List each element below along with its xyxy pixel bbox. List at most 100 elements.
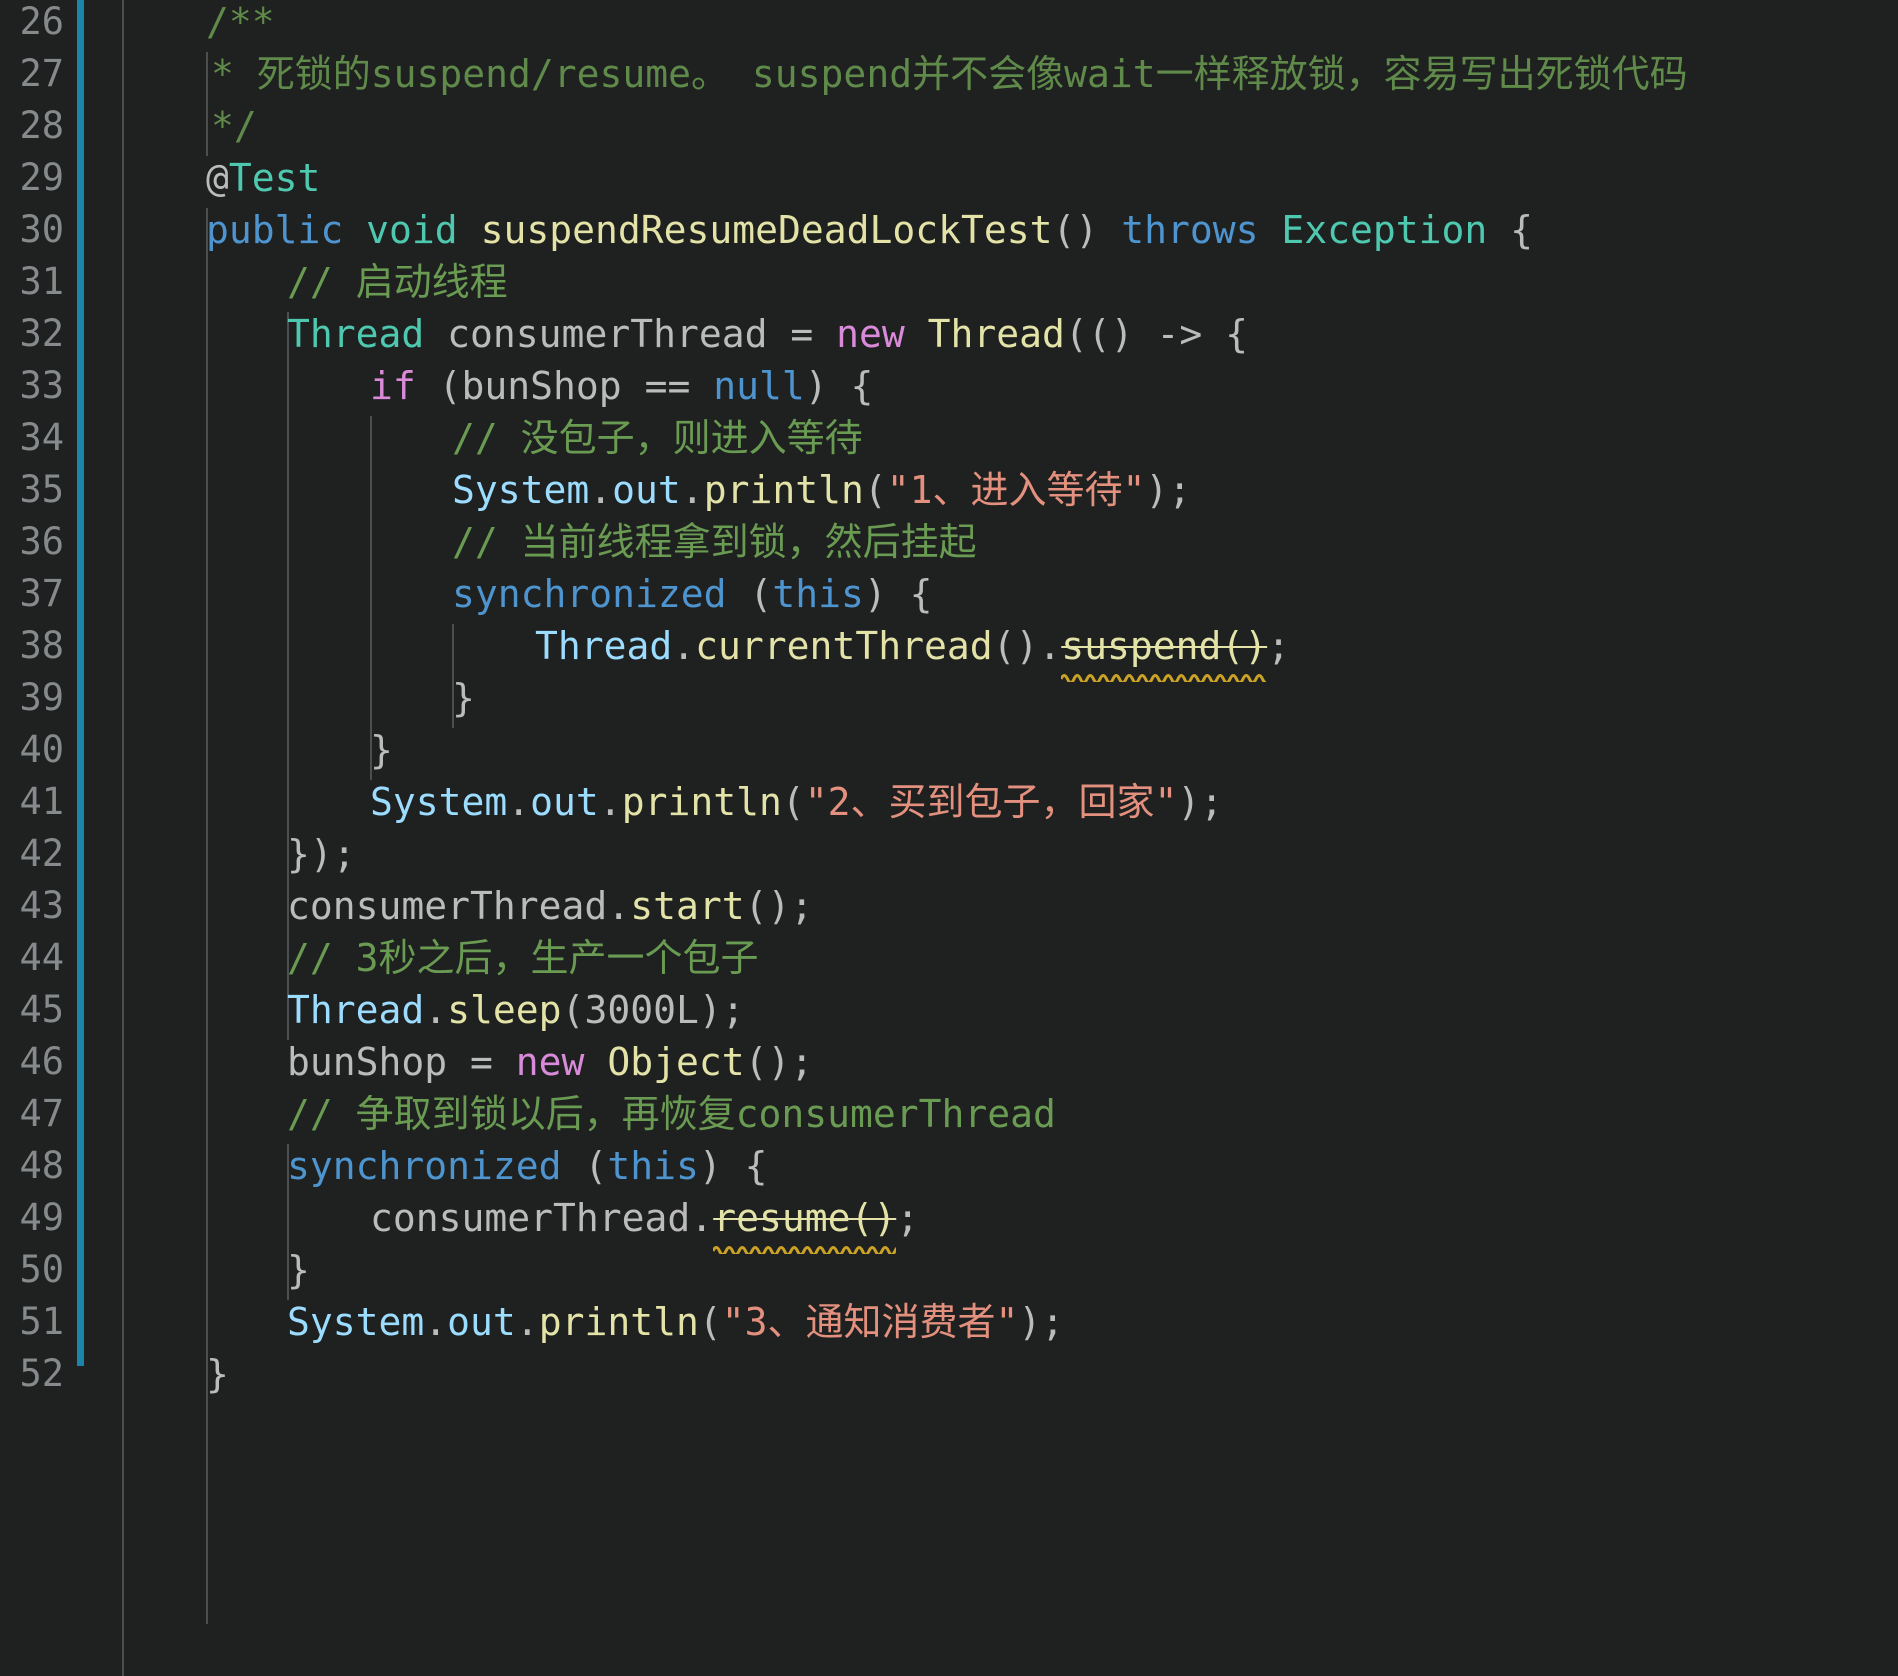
line-number: 33 xyxy=(19,364,64,407)
code-token: . xyxy=(424,988,448,1032)
line-number: 37 xyxy=(19,572,64,615)
code-line[interactable]: } xyxy=(122,672,475,724)
code-line[interactable]: @Test xyxy=(122,152,320,204)
code-token: throws xyxy=(1121,208,1259,252)
code-token: . xyxy=(1038,624,1062,668)
code-token: Thread xyxy=(287,988,425,1032)
line-number: 36 xyxy=(19,520,64,563)
code-token: System xyxy=(452,468,590,512)
vcs-change-marker[interactable] xyxy=(77,0,84,1366)
line-number: 51 xyxy=(19,1300,64,1343)
code-line[interactable]: bunShop = new Object(); xyxy=(122,1036,813,1088)
code-token: . xyxy=(589,468,613,512)
code-token: ) { xyxy=(863,572,933,616)
line-number: 35 xyxy=(19,468,64,511)
line-number: 42 xyxy=(19,832,64,875)
deprecated-call-warning[interactable]: suspend() xyxy=(1061,620,1267,682)
code-token: ( xyxy=(561,988,585,1032)
code-line[interactable]: * 死锁的suspend/resume。 suspend并不会像wait一样释放… xyxy=(122,48,1688,100)
code-line[interactable]: // 争取到锁以后，再恢复consumerThread xyxy=(122,1088,1056,1140)
code-token: @ xyxy=(206,156,229,200)
code-line[interactable]: synchronized (this) { xyxy=(122,568,932,620)
code-line[interactable]: // 当前线程拿到锁，然后挂起 xyxy=(122,516,977,568)
code-line[interactable]: Thread.sleep(3000L); xyxy=(122,984,745,1036)
line-number: 48 xyxy=(19,1144,64,1187)
code-token: -> xyxy=(1156,312,1203,356)
code-token: out xyxy=(612,468,681,512)
code-token: out xyxy=(530,780,599,824)
code-token: . xyxy=(598,780,622,824)
code-token: // 争取到锁以后，再恢复consumerThread xyxy=(287,1092,1056,1136)
code-token: consumerThread xyxy=(447,312,768,356)
code-token: ); xyxy=(1145,468,1192,512)
code-token: ) { xyxy=(698,1144,768,1188)
code-token: ( xyxy=(726,572,773,616)
code-line[interactable]: synchronized (this) { xyxy=(122,1140,767,1192)
code-token: { xyxy=(1487,208,1534,252)
code-token: }); xyxy=(287,832,356,876)
line-number: 38 xyxy=(19,624,64,667)
line-number: 45 xyxy=(19,988,64,1031)
code-token: . xyxy=(672,624,696,668)
code-line[interactable]: */ xyxy=(122,100,257,152)
code-line[interactable]: System.out.println("1、进入等待"); xyxy=(122,464,1191,516)
code-line[interactable]: }); xyxy=(122,828,356,880)
code-token: ); xyxy=(1018,1300,1065,1344)
code-line[interactable]: System.out.println("3、通知消费者"); xyxy=(122,1296,1064,1348)
code-token: // 3秒之后，生产一个包子 xyxy=(287,936,759,980)
code-token: if xyxy=(370,364,416,408)
code-line[interactable]: // 没包子，则进入等待 xyxy=(122,412,863,464)
line-number: 31 xyxy=(19,260,64,303)
code-token: Test xyxy=(228,156,321,200)
code-token: . xyxy=(515,1300,539,1344)
code-token: System xyxy=(370,780,508,824)
code-line[interactable]: if (bunShop == null) { xyxy=(122,360,873,412)
code-line[interactable]: } xyxy=(122,1244,310,1296)
code-line[interactable]: Thread.currentThread().suspend(); xyxy=(122,620,1290,682)
line-number: 49 xyxy=(19,1196,64,1239)
line-number: 26 xyxy=(19,0,64,43)
code-token: synchronized xyxy=(452,572,727,616)
code-token: suspendResumeDeadLockTest xyxy=(480,208,1053,252)
code-token: println xyxy=(538,1300,699,1344)
code-line[interactable]: /** xyxy=(122,0,275,48)
code-line[interactable]: // 3秒之后，生产一个包子 xyxy=(122,932,759,984)
code-token: } xyxy=(452,676,475,720)
code-token: new xyxy=(836,312,905,356)
line-number: 50 xyxy=(19,1248,64,1291)
code-token: "2、买到包子，回家" xyxy=(804,780,1178,824)
code-line[interactable]: public void suspendResumeDeadLockTest() … xyxy=(122,204,1533,256)
code-line[interactable]: // 启动线程 xyxy=(122,256,508,308)
code-line[interactable]: } xyxy=(122,724,393,776)
code-line[interactable]: consumerThread.start(); xyxy=(122,880,813,932)
line-number: 27 xyxy=(19,52,64,95)
code-token: } xyxy=(287,1248,310,1292)
code-line[interactable]: } xyxy=(122,1348,229,1400)
deprecated-call-warning[interactable]: resume() xyxy=(713,1192,896,1254)
code-token: ( xyxy=(561,1144,608,1188)
line-number: 40 xyxy=(19,728,64,771)
code-token: // 启动线程 xyxy=(287,260,508,304)
code-token: Exception xyxy=(1281,208,1488,252)
code-token: (); xyxy=(744,884,814,928)
code-token: == xyxy=(621,364,714,408)
line-number: 34 xyxy=(19,416,64,459)
code-line[interactable]: System.out.println("2、买到包子，回家"); xyxy=(122,776,1223,828)
line-number: 30 xyxy=(19,208,64,251)
code-line[interactable]: Thread consumerThread = new Thread(() ->… xyxy=(122,308,1248,360)
code-token: . xyxy=(680,468,704,512)
line-number: 41 xyxy=(19,780,64,823)
code-token: = xyxy=(447,1040,516,1084)
code-line[interactable]: consumerThread.resume(); xyxy=(122,1192,919,1254)
code-token: . xyxy=(507,780,531,824)
warning-squiggle-icon xyxy=(713,1246,896,1254)
code-content[interactable]: /** * 死锁的suspend/resume。 suspend并不会像wait一… xyxy=(122,0,1898,1676)
code-token: "3、通知消费者" xyxy=(721,1300,1019,1344)
code-editor[interactable]: 26 27 28 29 30 31 32 33 34 35 36 37 38 39 40 41 42 43 44 45… xyxy=(0,0,1898,1676)
code-token: Object xyxy=(607,1040,745,1084)
code-token: /** xyxy=(206,0,275,44)
editor-gutter[interactable]: 26 27 28 29 30 31 32 33 34 35 36 37 38 39 40 41 42 43 44 45… xyxy=(0,0,122,1676)
